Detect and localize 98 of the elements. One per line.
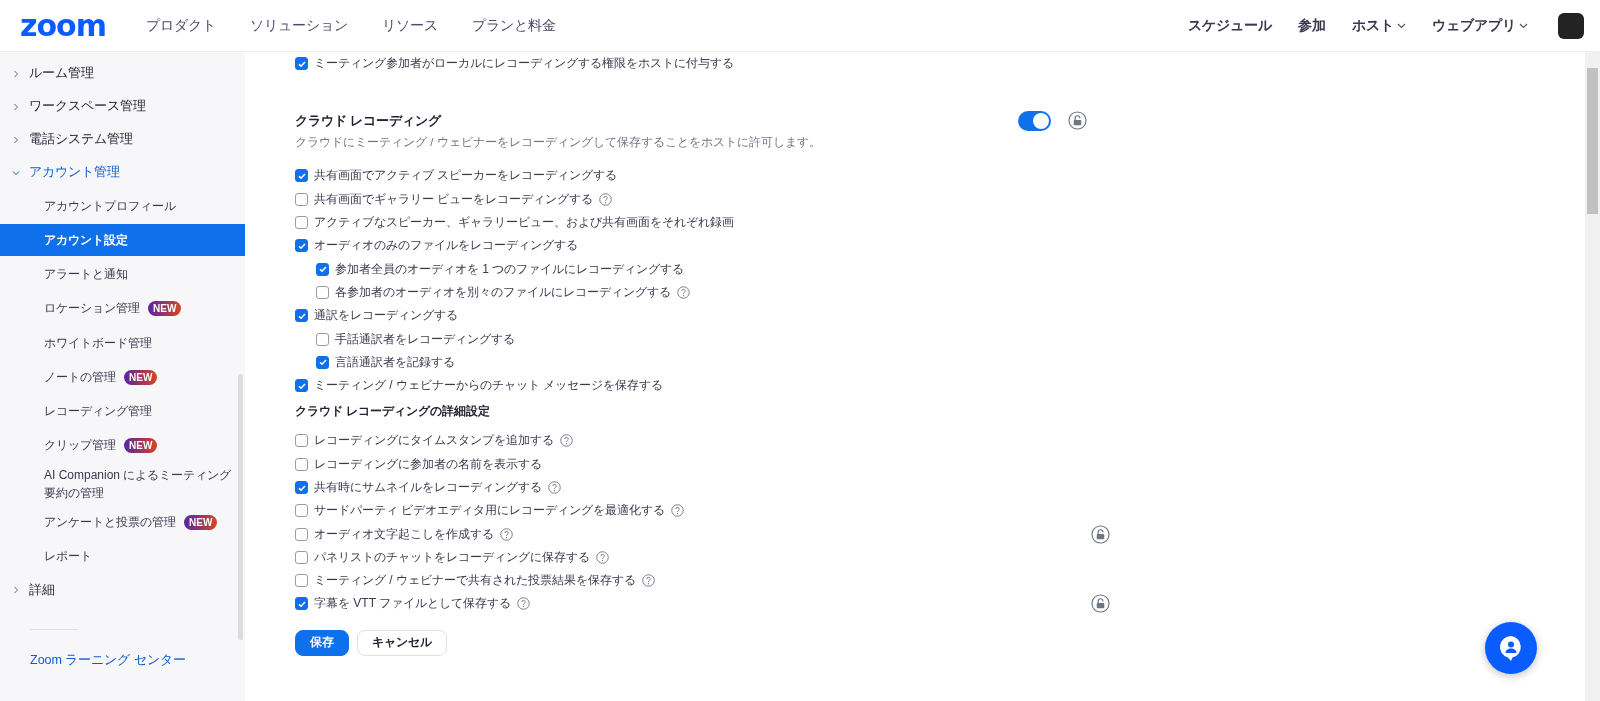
option-label: 言語通訳者を記録する — [335, 353, 455, 371]
sidebar-item[interactable]: ワークスペース管理 — [29, 98, 146, 115]
option-label: 共有画面でアクティブ スピーカーをレコーディングする — [314, 167, 618, 185]
new-badge: NEW — [124, 438, 158, 454]
caret-icon — [1519, 22, 1528, 29]
scrollbar[interactable] — [1585, 52, 1600, 701]
checkbox[interactable] — [295, 434, 308, 448]
sidebar-item[interactable]: 詳細 — [29, 581, 55, 599]
caret-icon — [1397, 22, 1406, 29]
scrollbar[interactable] — [238, 374, 243, 640]
help-icon[interactable] — [548, 481, 561, 494]
sidebar-item[interactable]: AI Companion によるミーティング要約の管理 — [0, 463, 245, 506]
sidebar-item-label[interactable]: アンケートと投票の管理 — [44, 513, 176, 531]
section-description: クラウドにミーティング / ウェビナーをレコーディングして保存することをホストに許可します。 — [295, 135, 822, 151]
learning-center-link[interactable]: Zoom ラーニング センター — [0, 651, 186, 669]
nav-link[interactable]: プランと料金 — [471, 16, 556, 35]
option-label: 手話通訳者をレコーディングする — [335, 330, 515, 348]
checkbox[interactable] — [295, 527, 308, 541]
lock-icon[interactable] — [1091, 594, 1110, 614]
sidebar-item[interactable]: レコーディング管理 — [0, 394, 245, 429]
zoom-logo[interactable]: zoom — [20, 8, 106, 43]
option-label: ミーティング / ウェビナーで共有された投票結果を保存する — [314, 572, 636, 590]
checkbox[interactable] — [295, 309, 308, 323]
sidebar-item[interactable]: レポート — [0, 539, 245, 574]
nav-link[interactable]: スケジュール — [1188, 16, 1272, 35]
sidebar-item[interactable]: アラートと通知 — [0, 257, 245, 292]
option-label: アクティブなスピーカー、ギャラリービュー、および共有画面をそれぞれ録画 — [314, 214, 734, 232]
nav-link[interactable]: 参加 — [1298, 16, 1326, 35]
option-label: オーディオのみのファイルをレコーディングする — [314, 237, 578, 255]
checkbox[interactable] — [295, 239, 308, 253]
checkbox[interactable] — [316, 262, 329, 276]
option-label: 共有画面でギャラリー ビューをレコーディングする — [314, 190, 594, 208]
checkbox[interactable] — [295, 57, 308, 71]
sidebar-item[interactable]: アカウント管理 — [29, 164, 120, 181]
checkbox[interactable] — [295, 216, 308, 230]
help-icon[interactable] — [642, 574, 655, 588]
new-badge: NEW — [124, 369, 158, 385]
option-label: 各参加者のオーディオを別々のファイルにレコーディングする — [335, 283, 671, 301]
lock-icon[interactable] — [1068, 111, 1087, 131]
nav-link[interactable]: プロダクト — [145, 16, 216, 35]
option-label: ミーティング / ウェビナーからのチャット メッセージを保存する — [314, 377, 664, 395]
chevron-icon — [12, 168, 20, 177]
new-badge: NEW — [184, 514, 218, 530]
chevron-icon — [12, 69, 20, 78]
option-label: 字幕を VTT ファイルとして保存する — [314, 595, 512, 613]
option-label: ミーティング参加者がローカルにレコーディングする権限をホストに付与する — [314, 55, 734, 73]
option-label: サードパーティ ビデオエディタ用にレコーディングを最適化する — [314, 502, 666, 520]
help-icon[interactable] — [671, 504, 685, 518]
help-icon[interactable] — [596, 550, 609, 564]
option-label: レコーディングにタイムスタンプを追加する — [314, 432, 554, 450]
new-badge: NEW — [148, 301, 182, 317]
checkbox[interactable] — [295, 379, 308, 393]
toggle-switch[interactable] — [1018, 111, 1051, 132]
cancel-button[interactable]: キャンセル — [357, 629, 447, 656]
scroll-thumb[interactable] — [1587, 68, 1598, 214]
avatar[interactable] — [1558, 12, 1584, 39]
checkbox[interactable] — [295, 574, 308, 588]
checkbox[interactable] — [295, 504, 308, 518]
checkbox[interactable] — [316, 355, 329, 369]
nav-dropdown[interactable]: ウェブアプリ — [1432, 16, 1528, 35]
nav-dropdown[interactable]: ホスト — [1352, 16, 1406, 35]
option-label: 参加者全員のオーディオを 1 つのファイルにレコーディングする — [335, 260, 685, 278]
checkbox[interactable] — [295, 192, 308, 206]
subsection-title: クラウド レコーディングの詳細設定 — [295, 403, 492, 421]
sidebar-item[interactable]: 電話システム管理 — [29, 131, 133, 148]
save-button[interactable]: 保存 — [295, 629, 349, 656]
chevron-icon — [12, 586, 20, 595]
sidebar-item-label[interactable]: ノートの管理 — [44, 368, 116, 386]
section-title: クラウド レコーディング — [295, 112, 442, 130]
checkbox[interactable] — [295, 169, 308, 183]
help-icon[interactable] — [560, 434, 573, 448]
sidebar-item[interactable]: ルーム管理 — [29, 65, 94, 82]
help-icon[interactable] — [517, 597, 531, 611]
chevron-icon — [12, 135, 20, 144]
checkbox[interactable] — [316, 285, 329, 299]
checkbox[interactable] — [295, 481, 308, 494]
checkbox[interactable] — [295, 550, 308, 564]
checkbox[interactable] — [316, 332, 329, 346]
lock-icon[interactable] — [1091, 524, 1110, 544]
sidebar-item[interactable]: アカウントプロフィール — [0, 189, 245, 224]
chevron-icon — [12, 102, 20, 111]
option-label: 共有時にサムネイルをレコーディングする — [314, 479, 542, 496]
option-label: レコーディングに参加者の名前を表示する — [314, 455, 542, 473]
checkbox[interactable] — [295, 457, 308, 471]
help-icon[interactable] — [677, 285, 690, 299]
option-label: オーディオ文字起こしを作成する — [314, 525, 494, 543]
sidebar-item-label[interactable]: ロケーション管理 — [44, 300, 140, 318]
nav-link[interactable]: ソリューション — [249, 16, 348, 35]
sidebar-item-label[interactable]: クリップ管理 — [44, 437, 116, 455]
option-label: パネリストのチャットをレコーディングに保存する — [314, 548, 590, 566]
sidebar-item[interactable]: ホワイトボード管理 — [0, 325, 245, 361]
checkbox[interactable] — [295, 597, 308, 611]
chat-button[interactable] — [1485, 622, 1537, 674]
help-icon[interactable] — [599, 192, 613, 206]
nav-link[interactable]: リソース — [381, 16, 438, 35]
help-icon[interactable] — [500, 527, 513, 541]
sidebar-item[interactable]: アカウント設定 — [0, 224, 245, 257]
option-label: 通訳をレコーディングする — [314, 307, 458, 325]
